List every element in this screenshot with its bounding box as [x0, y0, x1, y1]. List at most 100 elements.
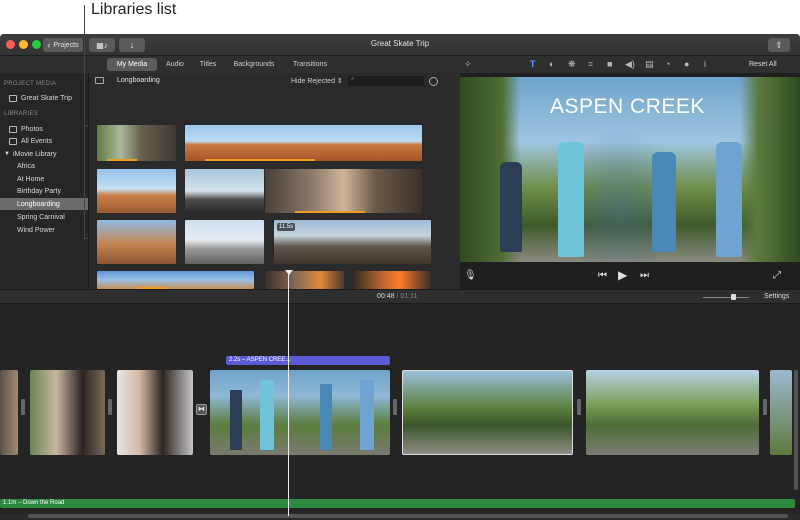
zoom-slider[interactable] [703, 297, 749, 298]
hide-rejected-label: Hide Rejected [291, 78, 335, 85]
crop-icon[interactable]: ⌗ [588, 59, 593, 70]
person [716, 142, 742, 257]
tab-audio[interactable]: Audio [161, 58, 189, 71]
media-thumbnail[interactable]: 11.5s [274, 220, 431, 264]
fullscreen-icon[interactable]: ⤢ [773, 270, 781, 281]
sidebar-item-imovie-library[interactable]: ▼ iMovie Library [0, 148, 88, 160]
sidebar-item-at-home[interactable]: At Home [0, 173, 88, 185]
media-thumbnail[interactable] [265, 271, 344, 289]
audio-clip[interactable]: 1.1m – Down the Road [0, 499, 795, 508]
title-clip[interactable]: 2.2s – ASPEN CREE... [226, 356, 390, 365]
timeline-clip[interactable] [30, 370, 105, 455]
person [500, 162, 522, 252]
clip-trim-handle[interactable] [393, 399, 397, 415]
clip-trim-handle[interactable] [763, 399, 767, 415]
media-thumbnail[interactable] [97, 169, 176, 213]
person [558, 142, 584, 257]
tab-backgrounds[interactable]: Backgrounds [228, 58, 280, 71]
sidebar-toggle-icon[interactable] [95, 77, 104, 84]
playhead-marker[interactable] [285, 270, 293, 275]
timecode-current: 00:48 [377, 293, 395, 300]
vertical-scrollbar[interactable] [794, 370, 798, 490]
callout-area: Libraries list [0, 0, 800, 34]
skip-back-icon[interactable]: ⏮ [598, 270, 607, 281]
video-preview: ASPEN CREEK [460, 77, 800, 262]
transition-icon[interactable]: ⧓ [196, 404, 207, 415]
sidebar-item-project[interactable]: Great Skate Trip [0, 92, 88, 104]
sidebar-item-label: Wind Power [17, 226, 55, 234]
timeline-clip[interactable] [117, 370, 193, 455]
sidebar-item-label: At Home [17, 175, 45, 183]
star-icon [9, 137, 17, 145]
share-button[interactable]: ⇪ [768, 38, 790, 52]
titles-tool-icon[interactable]: T [530, 59, 536, 69]
playback-controls: 🎙 ⏮ ▶ ⏭ ⤢ [460, 262, 800, 289]
video-title-overlay: ASPEN CREEK [550, 95, 705, 118]
sidebar-item-birthday-party[interactable]: Birthday Party [0, 185, 88, 197]
media-thumbnail[interactable] [352, 271, 431, 289]
person [652, 152, 676, 252]
info-icon[interactable]: i [704, 59, 706, 69]
timecode: 00:48 / 01:11 [377, 293, 417, 300]
noise-reduction-icon[interactable]: ▤ [645, 59, 654, 70]
media-thumbnail[interactable] [265, 169, 422, 213]
window-title: Great Skate Trip [370, 39, 430, 48]
media-thumbnail[interactable] [97, 220, 176, 264]
clip-trim-handle[interactable] [577, 399, 581, 415]
timecode-separator: / [396, 293, 399, 300]
sidebar-item-africa[interactable]: Africa [0, 160, 88, 172]
clip-trim-handle[interactable] [108, 399, 112, 415]
skip-forward-icon[interactable]: ⏭ [640, 270, 649, 281]
person [320, 384, 332, 450]
media-thumbnail[interactable] [185, 220, 264, 264]
timeline: 2.2s – ASPEN CREE... ⧓ 1.1m – Down the R… [0, 304, 800, 520]
timeline-clip[interactable] [0, 370, 18, 455]
search-input[interactable]: ⌕ [348, 76, 424, 86]
browser-settings-gear-icon[interactable] [429, 77, 438, 86]
play-icon[interactable]: ▶ [618, 268, 627, 282]
hide-rejected-dropdown[interactable]: Hide Rejected ⇕ [291, 77, 343, 85]
reset-all-button[interactable]: Reset All [749, 61, 777, 68]
imovie-window: ‹ Projects ▦♪ ↓ Great Skate Trip ⇪ My Me… [0, 34, 800, 520]
timeline-clip[interactable] [402, 370, 573, 455]
stabilization-icon[interactable]: ■ [607, 59, 612, 69]
person [260, 380, 274, 450]
media-browser: Longboarding Hide Rejected ⇕ ⌕ 11.5s [89, 73, 440, 289]
timeline-settings-button[interactable]: Settings [764, 293, 789, 300]
tab-transitions[interactable]: Transitions [287, 58, 333, 71]
media-thumbnail[interactable] [97, 125, 176, 161]
color-correction-icon[interactable]: ❋ [568, 59, 576, 70]
sidebar-item-all-events[interactable]: All Events [0, 135, 88, 147]
clip-filter-icon[interactable]: ● [684, 59, 689, 69]
media-thumbnail[interactable] [185, 169, 264, 213]
sidebar-item-label: Longboarding [17, 200, 60, 208]
timeline-header: 00:48 / 01:11 Settings [0, 289, 800, 304]
horizontal-scrollbar[interactable] [28, 514, 788, 518]
sidebar-item-spring-carnival[interactable]: Spring Carnival [0, 211, 88, 223]
magic-wand-icon[interactable]: ✧ [464, 59, 472, 70]
sidebar-item-longboarding[interactable]: Longboarding [0, 198, 88, 210]
viewer: ASPEN CREEK 🎙 ⏮ ▶ ⏭ ⤢ [460, 73, 800, 289]
clip-trim-handle[interactable] [21, 399, 25, 415]
media-thumbnail[interactable] [185, 125, 422, 161]
search-icon: ⌕ [351, 76, 355, 82]
timeline-clip[interactable] [586, 370, 759, 455]
sidebar-item-wind-power[interactable]: Wind Power [0, 224, 88, 236]
timeline-clip-selected[interactable] [210, 370, 390, 455]
tab-titles[interactable]: Titles [194, 58, 222, 71]
event-title: Longboarding [117, 77, 160, 84]
viewer-toolbar: ✧ T ◐ ❋ ⌗ ■ ◀) ▤ ◔ ● i Reset All [460, 56, 800, 73]
tab-my-media[interactable]: My Media [107, 58, 157, 71]
sidebar-item-photos[interactable]: Photos [0, 123, 88, 135]
volume-icon[interactable]: ◀) [625, 59, 635, 70]
microphone-icon[interactable]: 🎙 [464, 270, 477, 281]
playhead[interactable] [288, 272, 289, 516]
zoom-slider-handle[interactable] [731, 294, 736, 300]
media-thumbnail[interactable] [97, 271, 254, 289]
sidebar-item-label: Photos [21, 125, 43, 133]
timeline-clip[interactable] [770, 370, 792, 455]
analysis-bar [107, 159, 137, 161]
callout-bracket-top [84, 125, 88, 126]
speed-icon[interactable]: ◔ [665, 59, 670, 69]
color-balance-icon[interactable]: ◐ [549, 59, 554, 69]
